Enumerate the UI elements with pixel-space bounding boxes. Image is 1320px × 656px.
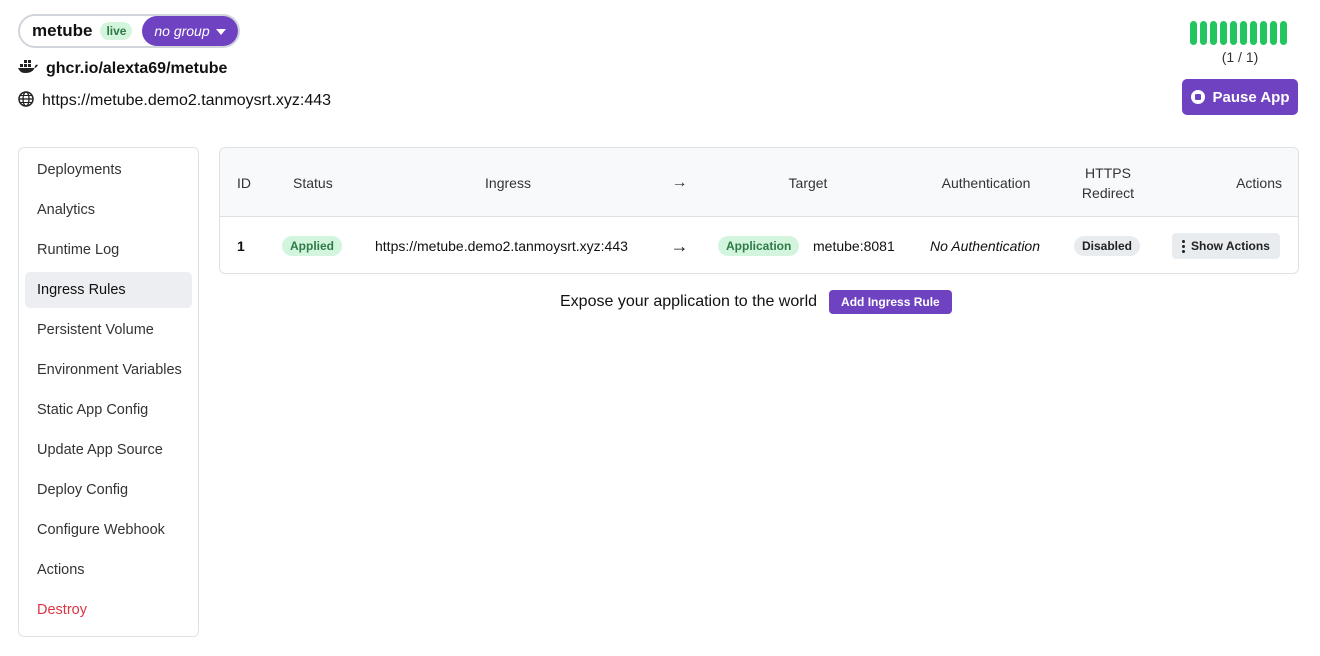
url-row: https://metube.demo2.tanmoysrt.xyz:443 [18, 90, 331, 112]
replica-count: (1 / 1) [1221, 49, 1259, 65]
column-header-arrow: → [671, 173, 688, 191]
cell-authentication: No Authentication [930, 238, 1040, 254]
health-bar [1280, 21, 1287, 45]
health-bar [1190, 21, 1197, 45]
application-target-badge: Application [718, 236, 800, 256]
ingress-rules-table: ID Status Ingress → Target Authenticatio… [219, 147, 1299, 274]
sidebar-item-destroy[interactable]: Destroy [25, 592, 192, 628]
ingress-cta: Expose your application to the world Add… [560, 290, 952, 314]
app-name: metube [32, 21, 93, 40]
sidebar-item-environment-variables[interactable]: Environment Variables [25, 352, 192, 388]
cell-status: Applied [282, 217, 342, 273]
column-header-target: Target [788, 174, 828, 191]
column-header-https-redirect: HTTPS Redirect [1068, 148, 1148, 217]
pause-app-label: Pause App [1212, 88, 1290, 106]
app-url[interactable]: https://metube.demo2.tanmoysrt.xyz:443 [42, 92, 331, 110]
arrow-right-icon: → [670, 235, 689, 256]
column-header-authentication: Authentication [941, 174, 1031, 191]
kebab-icon [1182, 239, 1185, 253]
health-bar [1260, 21, 1267, 45]
column-header-ingress: Ingress [485, 174, 531, 191]
health-bar [1210, 21, 1217, 45]
health-bar [1230, 21, 1237, 45]
sidebar-item-update-app-source[interactable]: Update App Source [25, 432, 192, 468]
pause-app-button[interactable]: Pause App [1182, 79, 1298, 115]
cell-https-redirect: Disabled [1074, 217, 1141, 273]
sidebar-item-static-app-config[interactable]: Static App Config [25, 392, 192, 428]
https-redirect-header-line2: Redirect [1081, 184, 1135, 201]
live-status-badge: live [100, 22, 133, 40]
cta-text: Expose your application to the world [560, 293, 818, 310]
caret-down-icon [215, 29, 226, 35]
https-redirect-badge: Disabled [1074, 236, 1141, 256]
show-actions-label: Show Actions [1191, 239, 1270, 253]
column-header-id: ID [237, 174, 251, 191]
table-row: 1 Applied https://metube.demo2.tanmoysrt… [220, 217, 1298, 273]
add-ingress-rule-button[interactable]: Add Ingress Rule [829, 290, 952, 314]
stop-circle-icon [1190, 90, 1205, 104]
app-header-pill: metube live no group [18, 14, 240, 48]
https-redirect-header-line1: HTTPS [1085, 164, 1131, 181]
health-bar [1270, 21, 1277, 45]
image-name: ghcr.io/alexta69/metube [46, 60, 228, 77]
sidebar-item-deploy-config[interactable]: Deploy Config [25, 472, 192, 508]
sidebar-item-persistent-volume[interactable]: Persistent Volume [25, 312, 192, 348]
column-header-actions: Actions [1236, 174, 1282, 191]
group-label: no group [154, 23, 210, 39]
replica-health-bars [1190, 21, 1290, 45]
sidebar: Deployments Analytics Runtime Log Ingres… [18, 147, 199, 637]
cell-id: 1 [237, 238, 245, 254]
cell-ingress-url[interactable]: https://metube.demo2.tanmoysrt.xyz:443 [375, 217, 628, 273]
sidebar-item-actions[interactable]: Actions [25, 552, 192, 588]
column-header-status: Status [293, 174, 333, 191]
sidebar-item-runtime-log[interactable]: Runtime Log [25, 232, 192, 268]
health-bar [1220, 21, 1227, 45]
table-header: ID Status Ingress → Target Authenticatio… [220, 148, 1298, 217]
health-bar [1240, 21, 1247, 45]
sidebar-item-analytics[interactable]: Analytics [25, 192, 192, 228]
sidebar-item-configure-webhook[interactable]: Configure Webhook [25, 512, 192, 548]
docker-icon [18, 59, 38, 80]
cell-target: metube:8081 [813, 238, 895, 254]
applied-status-badge: Applied [282, 236, 342, 256]
show-actions-button[interactable]: Show Actions [1172, 233, 1280, 259]
image-row: ghcr.io/alexta69/metube [18, 58, 227, 80]
cell-target-type: Application [718, 217, 800, 273]
sidebar-item-deployments[interactable]: Deployments [25, 152, 192, 188]
cell-actions: Show Actions [1172, 217, 1280, 273]
sidebar-item-ingress-rules[interactable]: Ingress Rules [25, 272, 192, 308]
health-bar [1200, 21, 1207, 45]
health-bar [1250, 21, 1257, 45]
group-dropdown-button[interactable]: no group [142, 16, 238, 46]
globe-icon [18, 90, 34, 112]
